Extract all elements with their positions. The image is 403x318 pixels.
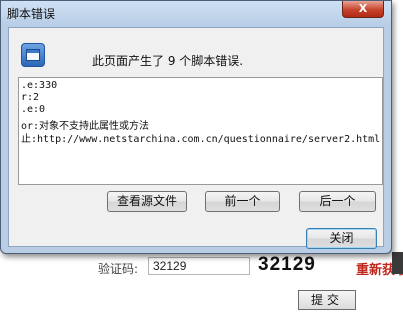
dialog-body: 此页面产生了 9 个脚本错误. .e:330 r:2 .e:0 or:对象不支持… [8,27,384,249]
detail-line: r:2 [21,92,40,103]
detail-line: .e:330 [21,80,58,91]
view-source-button[interactable]: 查看源文件 [107,191,187,212]
detail-line: .e:0 [21,104,46,115]
script-error-dialog: 脚本错误 X 此页面产生了 9 个脚本错误. .e:330 r:2 .e:0 o… [0,0,392,254]
detail-line: 止:http://www.netstarchina.com.cn/questio… [21,134,381,145]
close-button[interactable]: 关闭 [306,228,377,249]
dialog-title: 脚本错误 [7,7,56,21]
next-error-button[interactable]: 后一个 [299,191,376,212]
submit-button[interactable]: 提交 [298,290,356,310]
previous-error-button[interactable]: 前一个 [205,191,280,212]
captcha-code: 32129 [258,254,316,275]
error-message: 此页面产生了 9 个脚本错误. [92,54,244,68]
window-app-icon [21,43,45,67]
error-details-box[interactable]: .e:330 r:2 .e:0 or:对象不支持此属性或方法 止:http://… [18,77,383,185]
captcha-label: 验证码: [98,262,139,276]
page-edge [392,252,403,274]
window-close-button[interactable]: X [342,1,384,18]
title-bar[interactable]: 脚本错误 X [1,1,391,27]
captcha-input[interactable]: 32129 [148,257,250,275]
